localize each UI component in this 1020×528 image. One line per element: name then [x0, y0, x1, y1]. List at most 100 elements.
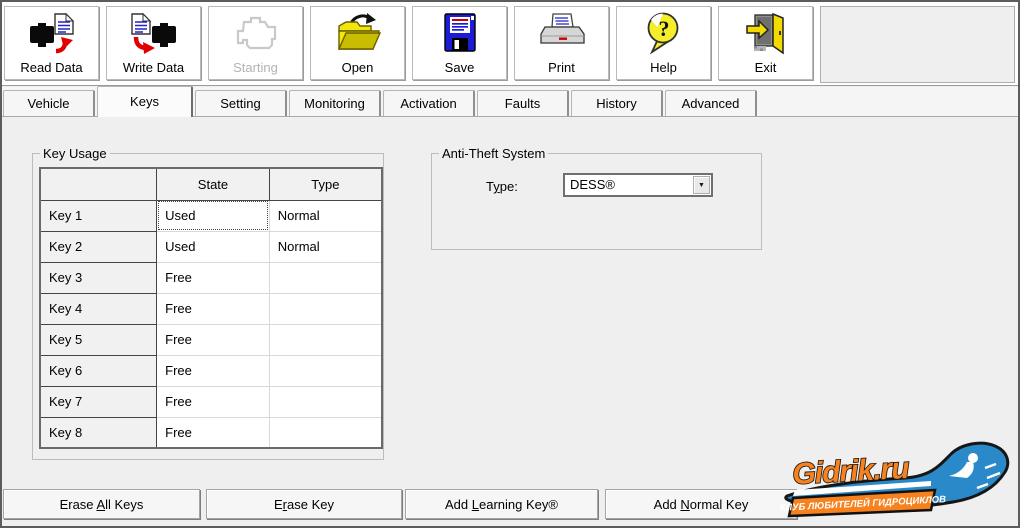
- key-state-cell[interactable]: Free: [157, 417, 270, 448]
- tab-activation[interactable]: Activation: [383, 90, 475, 116]
- key-row: Key 7Free: [40, 386, 382, 417]
- key-state-cell[interactable]: Free: [157, 355, 270, 386]
- key-state-cell[interactable]: Free: [157, 262, 270, 293]
- read-data-icon: [28, 10, 76, 56]
- write-data-button[interactable]: Write Data: [106, 6, 201, 80]
- tab-setting[interactable]: Setting: [195, 90, 287, 116]
- exit-door-icon: [742, 10, 790, 56]
- label-post: ormal Key: [690, 497, 749, 512]
- label-pre: E: [274, 497, 283, 512]
- write-data-icon: [130, 10, 178, 56]
- label-mnemonic: L: [472, 497, 479, 512]
- key-type-cell[interactable]: [269, 262, 382, 293]
- key-row: Key 5Free: [40, 324, 382, 355]
- key-row: Key 1UsedNormal: [40, 200, 382, 231]
- help-button[interactable]: ? Help: [616, 6, 711, 80]
- label-pre: Erase: [60, 497, 97, 512]
- add-learning-key-button[interactable]: Add Learning Key®: [405, 489, 598, 519]
- open-folder-icon: [334, 10, 382, 56]
- type-column-header: Type: [269, 168, 382, 200]
- anti-theft-type-select[interactable]: DESS® ▼: [563, 173, 713, 197]
- erase-all-keys-button[interactable]: Erase All Keys: [3, 489, 200, 519]
- anti-theft-group-title: Anti-Theft System: [439, 146, 548, 161]
- svg-text:?: ?: [658, 16, 669, 41]
- toolbar: Read Data Write Data Starting: [2, 2, 1018, 86]
- add-normal-key-button[interactable]: Add Normal Key: [605, 489, 797, 519]
- key-row-header: Key 7: [40, 386, 157, 417]
- tab-keys[interactable]: Keys: [97, 86, 193, 117]
- add-learning-key-label: Add Learning Key®: [445, 497, 558, 512]
- logo-title: Gidrik.ru: [792, 452, 910, 491]
- toolbar-filler-panel: [820, 6, 1015, 83]
- erase-key-label: Erase Key: [274, 497, 334, 512]
- key-row: Key 4Free: [40, 293, 382, 324]
- print-label: Print: [548, 61, 575, 75]
- open-label: Open: [342, 61, 374, 75]
- key-type-cell[interactable]: [269, 293, 382, 324]
- key-type-cell[interactable]: Normal: [269, 231, 382, 262]
- tab-strip: Vehicle Keys Setting Monitoring Activati…: [2, 87, 1018, 117]
- exit-label: Exit: [755, 61, 777, 75]
- key-usage-rows: Key 1UsedNormalKey 2UsedNormalKey 3FreeK…: [40, 200, 382, 448]
- key-type-cell[interactable]: [269, 355, 382, 386]
- state-column-header: State: [157, 168, 270, 200]
- save-label: Save: [445, 61, 475, 75]
- key-usage-group: Key Usage State Type Key 1UsedNormalKey …: [32, 153, 384, 460]
- label-mnemonic: A: [96, 497, 105, 512]
- starting-button: Starting: [208, 6, 303, 80]
- label-pre: Add: [445, 497, 472, 512]
- key-type-cell[interactable]: [269, 324, 382, 355]
- anti-theft-type-value: DESS®: [570, 177, 615, 193]
- engine-icon: [232, 10, 280, 56]
- key-row-header: Key 4: [40, 293, 157, 324]
- key-row-header: Key 2: [40, 231, 157, 262]
- key-state-cell[interactable]: Used: [157, 231, 270, 262]
- tab-history[interactable]: History: [571, 90, 663, 116]
- type-label-post: pe:: [500, 179, 518, 194]
- key-usage-header-row: State Type: [40, 168, 382, 200]
- label-post: earning Key®: [479, 497, 558, 512]
- floppy-disk-icon: [436, 10, 484, 56]
- help-label: Help: [650, 61, 677, 75]
- tab-monitoring[interactable]: Monitoring: [289, 90, 381, 116]
- dropdown-arrow-button[interactable]: ▼: [693, 176, 710, 194]
- corner-header-cell: [40, 168, 157, 200]
- save-button[interactable]: Save: [412, 6, 507, 80]
- help-bubble-icon: ?: [640, 10, 688, 56]
- key-row-header: Key 1: [40, 200, 157, 231]
- starting-label: Starting: [233, 61, 278, 75]
- anti-theft-group: Anti-Theft System Type: DESS® ▼: [431, 153, 762, 250]
- key-row: Key 8Free: [40, 417, 382, 448]
- key-usage-group-title: Key Usage: [40, 146, 110, 161]
- erase-key-button[interactable]: Erase Key: [206, 489, 402, 519]
- label-mnemonic: N: [680, 497, 689, 512]
- key-row-header: Key 3: [40, 262, 157, 293]
- chevron-down-icon: ▼: [698, 182, 705, 189]
- tab-advanced[interactable]: Advanced: [665, 90, 757, 116]
- label-pre: Add: [654, 497, 681, 512]
- key-row: Key 6Free: [40, 355, 382, 386]
- printer-icon: [538, 10, 586, 56]
- read-data-button[interactable]: Read Data: [4, 6, 99, 80]
- exit-button[interactable]: Exit: [718, 6, 813, 80]
- key-row-header: Key 5: [40, 324, 157, 355]
- key-type-cell[interactable]: Normal: [269, 200, 382, 231]
- key-type-cell[interactable]: [269, 386, 382, 417]
- key-row-header: Key 6: [40, 355, 157, 386]
- tab-vehicle[interactable]: Vehicle: [3, 90, 95, 116]
- key-row-header: Key 8: [40, 417, 157, 448]
- key-state-cell[interactable]: Free: [157, 386, 270, 417]
- label-post: ase Key: [287, 497, 334, 512]
- open-button[interactable]: Open: [310, 6, 405, 80]
- key-state-cell[interactable]: Free: [157, 324, 270, 355]
- key-type-cell[interactable]: [269, 417, 382, 448]
- write-data-label: Write Data: [123, 61, 184, 75]
- key-state-cell[interactable]: Used: [157, 200, 270, 231]
- tab-faults[interactable]: Faults: [477, 90, 569, 116]
- key-row: Key 2UsedNormal: [40, 231, 382, 262]
- print-button[interactable]: Print: [514, 6, 609, 80]
- key-state-cell[interactable]: Free: [157, 293, 270, 324]
- gidrik-logo: Gidrik.ru КЛУБ ЛЮБИТЕЛЕЙ ГИДРОЦИКЛОВ: [779, 438, 1017, 522]
- add-normal-key-label: Add Normal Key: [654, 497, 749, 512]
- label-post: ll Keys: [105, 497, 143, 512]
